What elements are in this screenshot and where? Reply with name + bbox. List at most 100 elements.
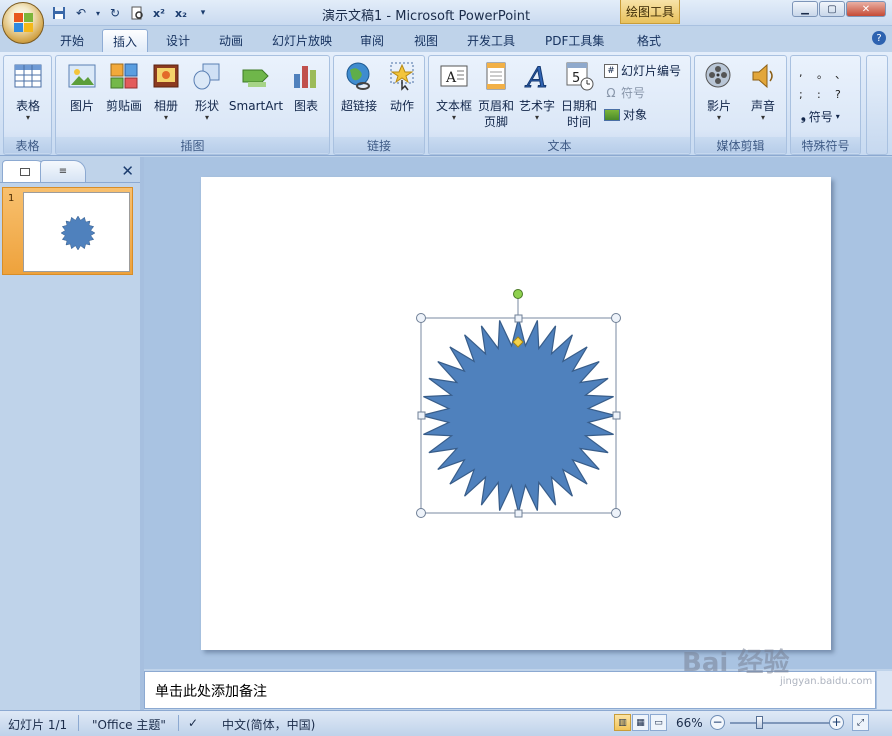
office-button[interactable] <box>2 2 44 44</box>
zoom-level[interactable]: 66% <box>676 716 703 730</box>
smartart-label: SmartArt <box>228 99 284 113</box>
subscript-icon[interactable]: x₂ <box>172 4 190 22</box>
tab-animations[interactable]: 动画 <box>209 29 253 52</box>
redo-icon[interactable]: ↻ <box>106 4 124 22</box>
textbox-button[interactable]: A 文本框 ▾ <box>433 60 475 122</box>
save-icon[interactable] <box>50 4 68 22</box>
symbol-enumeration-comma[interactable]: 、 <box>835 66 853 82</box>
customize-qat-icon[interactable]: ▾ <box>194 4 212 22</box>
photo-album-label: 相册 <box>153 99 178 113</box>
outline-tab[interactable]: ≡ <box>40 160 86 182</box>
language-status[interactable]: 中文(简体，中国) <box>222 716 315 733</box>
close-panel-icon[interactable]: ✕ <box>121 162 134 180</box>
date-time-label-1: 日期和 <box>560 99 597 113</box>
tab-home[interactable]: 开始 <box>50 29 94 52</box>
zoom-slider-thumb[interactable] <box>756 716 763 729</box>
symbol-button[interactable]: Ω 符号 <box>604 84 645 101</box>
table-button[interactable]: 表格 ▾ <box>10 60 46 122</box>
tab-developer[interactable]: 开发工具 <box>457 29 525 52</box>
picture-button[interactable]: 图片 <box>62 60 102 114</box>
symbol-question[interactable]: ? <box>835 88 853 101</box>
tab-review[interactable]: 审阅 <box>350 29 394 52</box>
zoom-in-button[interactable]: + <box>829 715 844 730</box>
clipart-icon <box>108 60 140 92</box>
special-symbol-button[interactable]: ❟ 符号 ▾ <box>801 108 840 125</box>
symbol-period[interactable]: 。 <box>817 66 835 82</box>
tab-slideshow[interactable]: 幻灯片放映 <box>262 29 342 52</box>
tab-format[interactable]: 格式 <box>627 29 671 52</box>
notes-scrollbar[interactable] <box>876 671 892 709</box>
normal-view-button[interactable]: ▥ <box>614 714 631 731</box>
hyperlink-button[interactable]: 超链接 <box>338 60 380 114</box>
star-32-point-shape <box>421 318 616 513</box>
undo-icon[interactable]: ↶ <box>72 4 90 22</box>
slide-number-button[interactable]: # 幻灯片编号 <box>604 62 681 79</box>
resize-handle-bottom-left <box>416 508 426 518</box>
outline-tab-icon: ≡ <box>58 166 68 177</box>
sound-button[interactable]: 声音 ▾ <box>743 60 783 122</box>
photo-album-button[interactable]: 相册 ▾ <box>147 60 185 122</box>
print-preview-icon[interactable] <box>128 4 146 22</box>
minimize-button[interactable]: ▁ <box>792 1 818 17</box>
slides-panel: ≡ ✕ 1 <box>0 157 140 710</box>
symbol-semicolon[interactable]: ; <box>799 88 817 101</box>
undo-dropdown-icon[interactable]: ▾ <box>94 4 102 22</box>
movie-label: 影片 <box>706 99 731 113</box>
office-logo-icon <box>14 13 34 33</box>
spell-check-icon[interactable]: ✓ <box>188 716 198 730</box>
header-footer-label-1: 页眉和 <box>477 99 514 113</box>
slide-thumbnail-selected[interactable]: 1 <box>2 187 133 275</box>
action-button[interactable]: 动作 <box>383 60 421 114</box>
date-time-button[interactable]: 5 日期和 时间 <box>559 60 599 130</box>
wordart-label: 艺术字 <box>518 99 555 113</box>
object-label: 对象 <box>623 108 648 122</box>
hyperlink-globe-icon <box>343 60 375 92</box>
window-title: 演示文稿1 - Microsoft PowerPoint <box>322 9 531 24</box>
superscript-icon[interactable]: x² <box>150 4 168 22</box>
baidu-watermark-url: jingyan.baidu.com <box>780 676 873 687</box>
group-label-special-symbols: 特殊符号 <box>791 137 860 153</box>
object-icon <box>604 108 620 121</box>
smartart-button[interactable]: SmartArt <box>228 60 284 114</box>
fit-to-window-button[interactable]: ⤢ <box>852 714 869 731</box>
dropdown-arrow-icon: ▾ <box>163 113 168 122</box>
dropdown-arrow-icon: ▾ <box>835 112 840 121</box>
help-icon[interactable]: ? <box>872 31 886 45</box>
tab-view[interactable]: 视图 <box>404 29 448 52</box>
dropdown-arrow-icon: ▾ <box>716 113 721 122</box>
symbol-comma[interactable]: , <box>799 66 817 82</box>
drawing-tools-context-tab[interactable]: 绘图工具 <box>620 0 680 24</box>
chart-button[interactable]: 图表 <box>287 60 325 114</box>
slide-canvas[interactable] <box>201 177 831 650</box>
window-controls: ▁ ▢ ✕ <box>792 1 886 17</box>
close-button[interactable]: ✕ <box>846 1 886 17</box>
special-symbol-grid: , 。 、 ; : ? <box>799 66 855 101</box>
tab-insert[interactable]: 插入 <box>102 29 149 52</box>
header-footer-button[interactable]: 页眉和 页脚 <box>476 60 516 130</box>
zoom-slider-track[interactable] <box>730 722 830 724</box>
tab-design[interactable]: 设计 <box>156 29 200 52</box>
clipart-label: 剪贴画 <box>105 99 142 113</box>
title-bar: ↶ ▾ ↻ x² x₂ ▾ 演示文稿1 - Microsoft PowerPoi… <box>0 0 892 44</box>
status-bar: 幻灯片 1/1 "Office 主题" ✓ 中文(简体，中国) ▥ ▦ ▭ 66… <box>0 710 892 736</box>
clipart-button[interactable]: 剪贴画 <box>104 60 144 114</box>
symbol-comma-icon: ❟ <box>801 109 806 123</box>
resize-handle-top-right <box>611 313 621 323</box>
movie-button[interactable]: 影片 ▾ <box>699 60 739 122</box>
slide-sorter-view-button[interactable]: ▦ <box>632 714 649 731</box>
group-label-text: 文本 <box>429 137 690 153</box>
tab-pdf-tools[interactable]: PDF工具集 <box>535 29 614 52</box>
group-label-links: 链接 <box>334 137 424 153</box>
zoom-out-button[interactable]: − <box>710 715 725 730</box>
slideshow-view-button[interactable]: ▭ <box>650 714 667 731</box>
shapes-button[interactable]: 形状 ▾ <box>188 60 226 122</box>
group-illustrations: 图片 剪贴画 相册 ▾ 形状 ▾ SmartArt 图表 插图 <box>55 55 330 155</box>
symbol-label: 符号 <box>621 86 646 100</box>
object-button[interactable]: 对象 <box>604 106 647 123</box>
maximize-button[interactable]: ▢ <box>819 1 845 17</box>
wordart-button[interactable]: A 艺术字 ▾ <box>517 60 557 122</box>
symbol-colon[interactable]: : <box>817 88 835 101</box>
slide-number-label: 幻灯片编号 <box>621 64 682 78</box>
notes-placeholder[interactable]: 单击此处添加备注 <box>155 681 267 701</box>
hyperlink-label: 超链接 <box>340 99 377 113</box>
